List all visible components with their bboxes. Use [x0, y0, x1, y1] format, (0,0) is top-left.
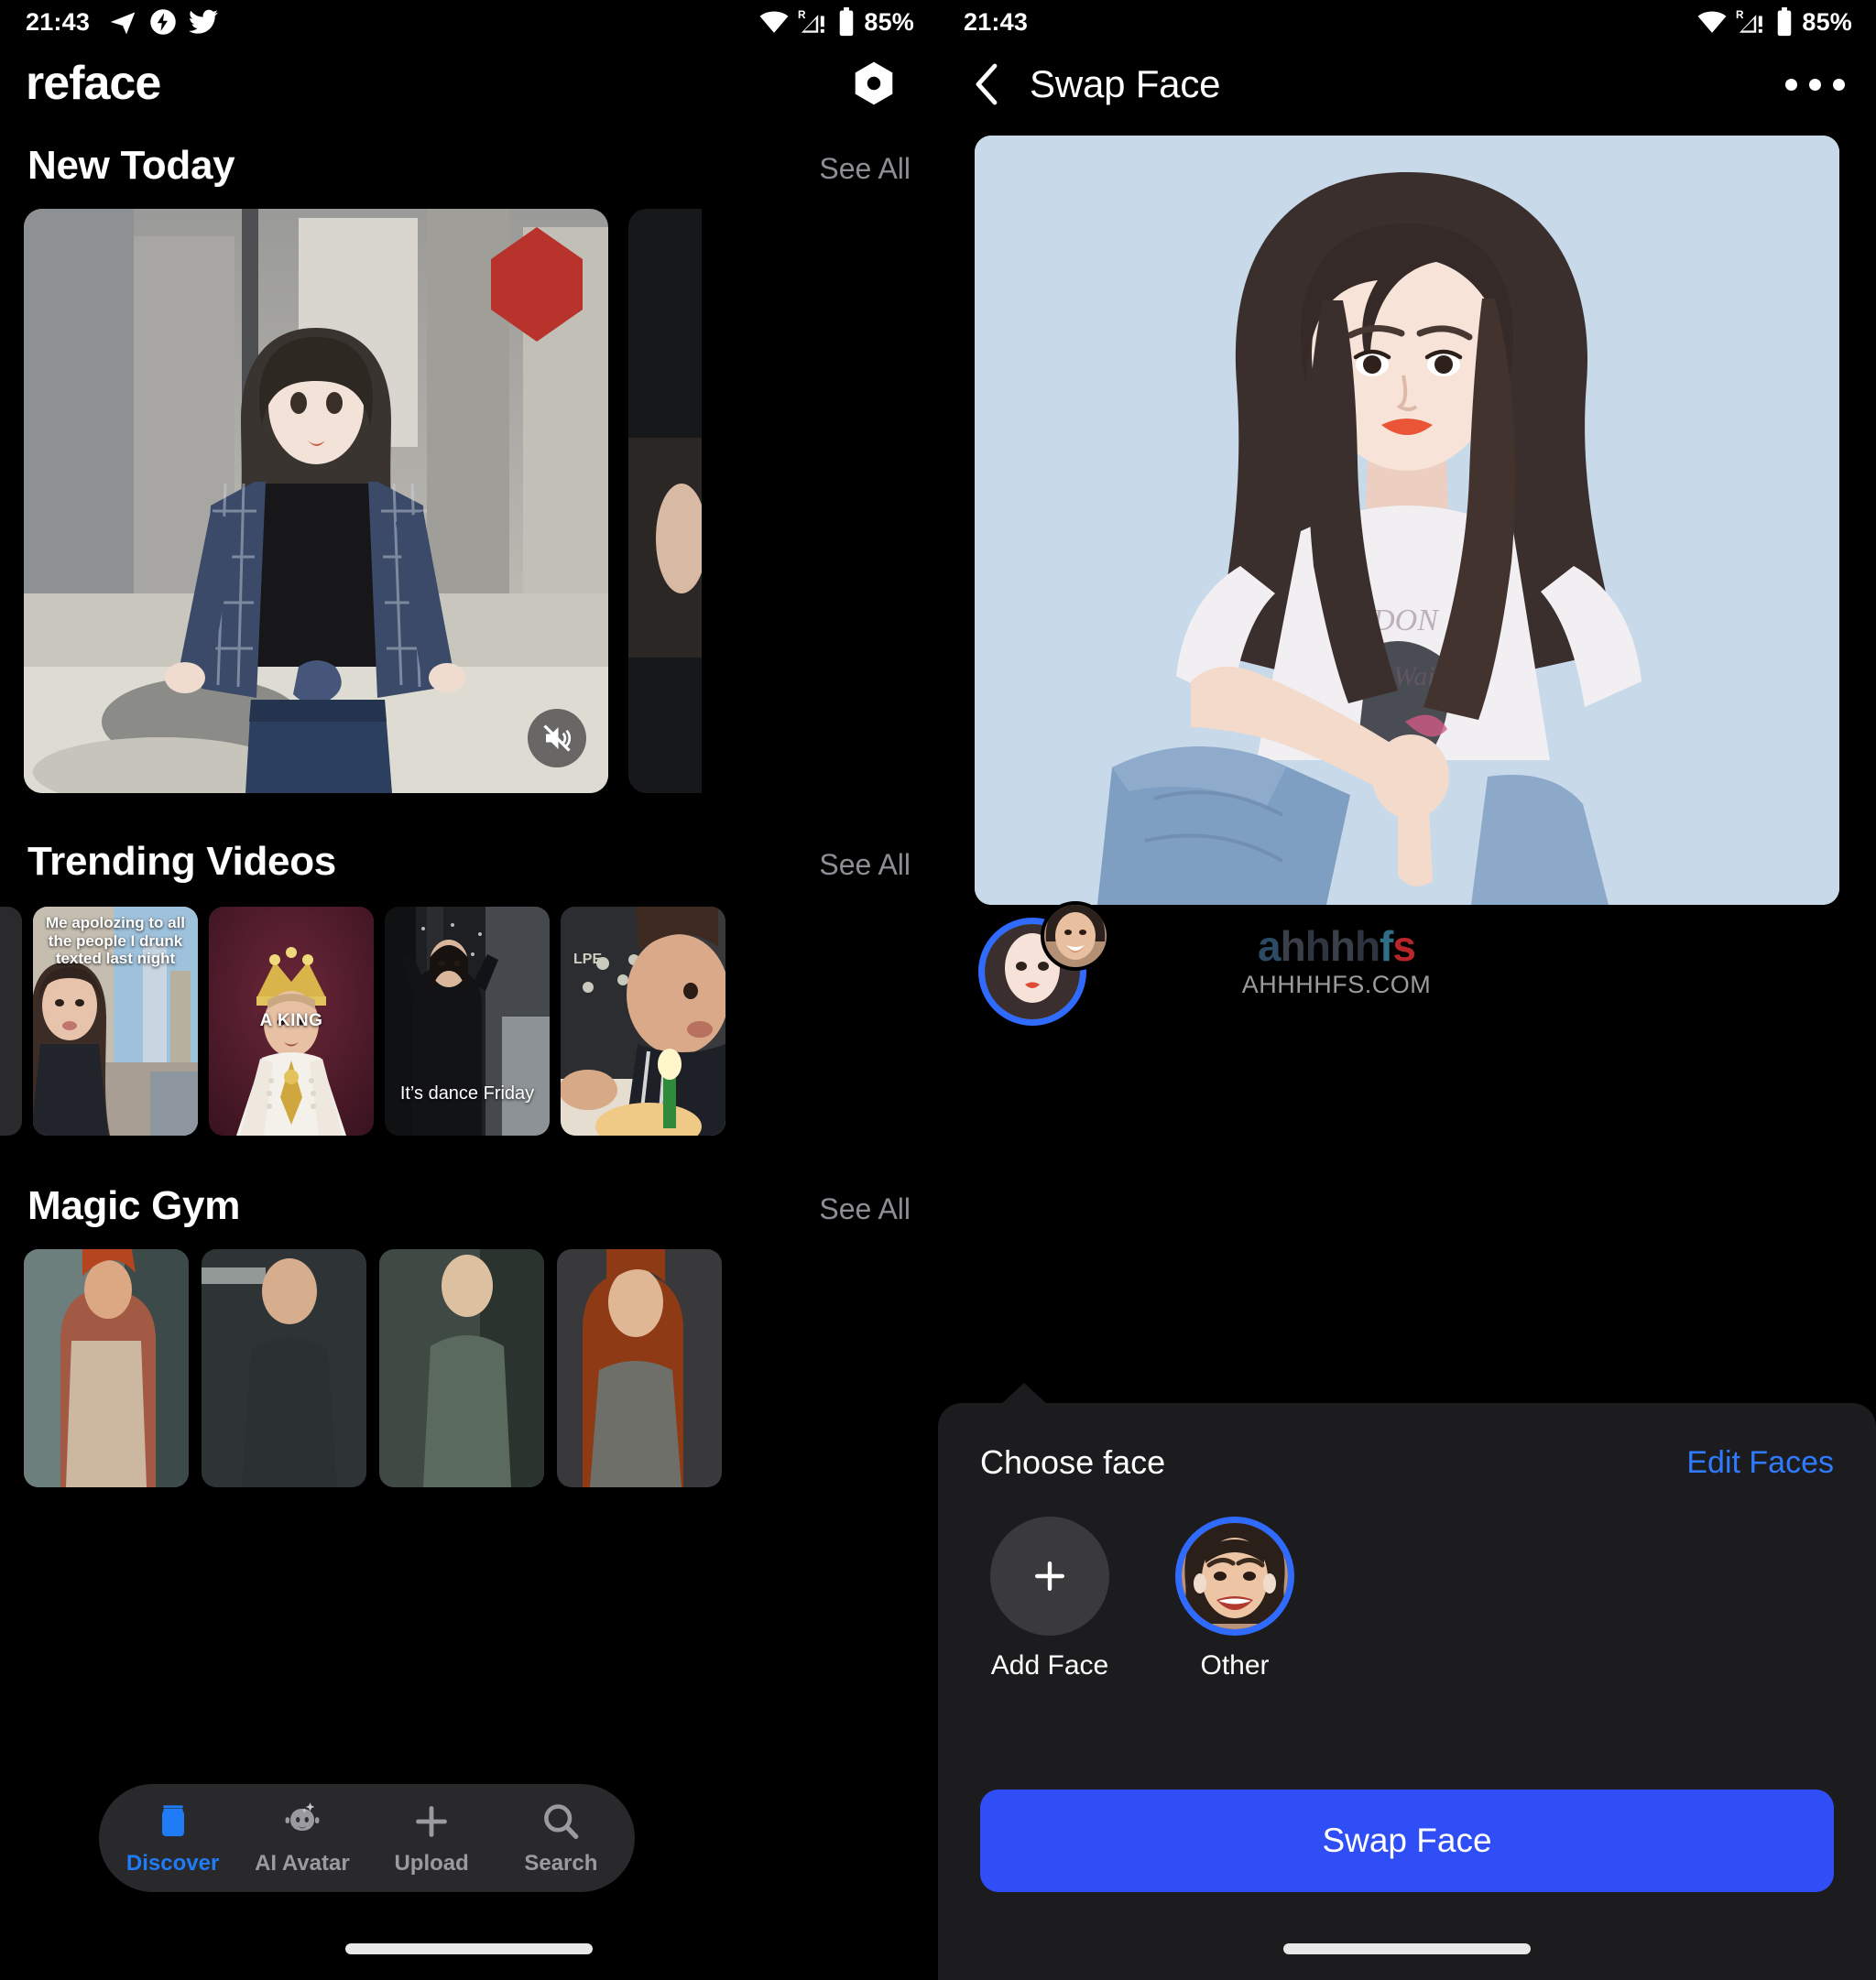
swap-face-button[interactable]: Swap Face: [980, 1790, 1834, 1892]
tab-label: Upload: [394, 1851, 469, 1876]
sheet-pointer: [1000, 1383, 1048, 1405]
list-item-caption: Me apolozing to all the people I drunk t…: [45, 914, 186, 968]
status-notification-icons: [108, 7, 219, 37]
signal-roaming-icon: R: [798, 9, 825, 33]
source-face-avatar[interactable]: [1041, 901, 1110, 971]
search-icon: [544, 1804, 579, 1840]
see-all-link[interactable]: See All: [819, 848, 911, 882]
list-item[interactable]: [202, 1249, 366, 1487]
new-today-carousel[interactable]: [0, 209, 938, 793]
trending-videos-carousel[interactable]: Me apolozing to all the people I drunk t…: [0, 907, 938, 1136]
face-option-other[interactable]: Other: [1167, 1517, 1303, 1681]
list-item[interactable]: A KING: [209, 907, 374, 1136]
list-item[interactable]: [557, 1249, 722, 1487]
avatar-sparkle-icon: [285, 1802, 320, 1831]
section-title: Magic Gym: [27, 1183, 241, 1228]
wifi-icon: [1697, 11, 1727, 33]
preview-container: DON Wait: [938, 125, 1876, 905]
watermark-url: AHHHHFS.COM: [1241, 971, 1432, 998]
edit-faces-link[interactable]: Edit Faces: [1686, 1445, 1834, 1481]
status-system-icons: R 85%: [758, 7, 914, 37]
sheet-title: Choose face: [980, 1443, 1166, 1481]
hero-thumbnail: [24, 209, 608, 793]
bottom-tab-bar: Discover AI Avatar Upload Search: [99, 1784, 635, 1892]
hexagon-icon[interactable]: [848, 58, 900, 109]
right-phone-screen: 21:43 R 85% Swap Face DON Wait ahhhhfs A…: [938, 0, 1876, 1980]
tab-upload[interactable]: Upload: [373, 1800, 490, 1877]
hero-video-card[interactable]: [24, 209, 608, 793]
wifi-icon: [759, 11, 789, 33]
section-title: New Today: [27, 143, 235, 188]
trending-thumbnail: LPE: [561, 907, 725, 1136]
chevron-left-icon[interactable]: [962, 60, 1013, 108]
watermark-logo: ahhhhfs: [1258, 922, 1416, 970]
list-item[interactable]: [379, 1249, 544, 1487]
app-brand: reface: [26, 57, 161, 110]
hero-thumbnail-partial: [628, 209, 702, 793]
section-header-magic-gym: Magic Gym See All: [0, 1183, 938, 1229]
faces-list: Add Face Other: [938, 1482, 1876, 1681]
app-header: reface: [0, 44, 938, 123]
see-all-link[interactable]: See All: [819, 152, 911, 186]
face-label: Add Face: [990, 1650, 1109, 1681]
jar-icon: [161, 1805, 184, 1836]
telegram-icon: [110, 12, 136, 35]
list-item-caption: It’s dance Friday: [399, 1083, 535, 1104]
more-horizontal-icon[interactable]: [1785, 78, 1852, 91]
watermark: ahhhhfs AHHHHFS.COM: [1185, 925, 1488, 999]
speaker-muted-icon[interactable]: [528, 709, 586, 767]
plus-icon: [990, 1517, 1109, 1636]
page-title: Swap Face: [1030, 62, 1221, 105]
selected-face-row: ahhhhfs AHHHHFS.COM: [938, 901, 1876, 1061]
dual-screenshot: 21:43 R 85% reface New Today See All Tre…: [0, 0, 1876, 1980]
home-indicator: [345, 1943, 593, 1954]
svg-text:R: R: [1736, 9, 1744, 21]
plus-icon: [416, 1806, 447, 1837]
tab-ai-avatar[interactable]: AI Avatar: [244, 1800, 361, 1877]
magic-gym-carousel[interactable]: [0, 1249, 938, 1487]
battery-percent: 85%: [1802, 7, 1852, 36]
tab-label: Discover: [125, 1851, 220, 1876]
battery-icon: [1778, 7, 1792, 37]
svg-text:LPE: LPE: [573, 952, 602, 967]
svg-text:R: R: [798, 9, 806, 21]
tab-label: AI Avatar: [255, 1851, 350, 1876]
face-avatar: [1175, 1517, 1294, 1636]
choose-face-sheet: Choose face Edit Faces Add Face Other Sw…: [938, 1383, 1876, 1980]
list-item[interactable]: It’s dance Friday: [385, 907, 550, 1136]
tab-search[interactable]: Search: [502, 1800, 619, 1877]
battery-icon: [840, 7, 854, 37]
selected-face-chip[interactable]: [978, 901, 1110, 1026]
tab-discover[interactable]: Discover: [115, 1800, 232, 1877]
hero-video-card-next[interactable]: [628, 209, 702, 793]
add-face-button[interactable]: Add Face: [982, 1517, 1118, 1681]
status-system-icons: R 85%: [1696, 7, 1852, 37]
svg-text:DON: DON: [1371, 604, 1440, 637]
list-item-caption: A KING: [259, 1011, 323, 1031]
home-indicator: [1283, 1943, 1531, 1954]
signal-roaming-icon: R: [1736, 9, 1763, 33]
section-header-new-today: New Today See All: [0, 143, 938, 189]
left-phone-screen: 21:43 R 85% reface New Today See All Tre…: [0, 0, 938, 1980]
left-status-bar: 21:43 R 85%: [0, 0, 938, 44]
preview-image[interactable]: DON Wait: [975, 136, 1839, 905]
swap-face-nav-header: Swap Face: [938, 44, 1876, 125]
see-all-link[interactable]: See All: [819, 1192, 911, 1226]
section-title: Trending Videos: [27, 839, 336, 884]
section-header-trending: Trending Videos See All: [0, 839, 938, 885]
list-item[interactable]: [0, 907, 22, 1136]
status-time: 21:43: [964, 7, 1029, 36]
list-item[interactable]: LPE: [561, 907, 725, 1136]
bolt-circle-icon: [150, 9, 176, 35]
tab-label: Search: [524, 1851, 598, 1876]
list-item[interactable]: [24, 1249, 189, 1487]
sheet-header: Choose face Edit Faces: [938, 1403, 1876, 1482]
list-item[interactable]: Me apolozing to all the people I drunk t…: [33, 907, 198, 1136]
battery-percent: 85%: [864, 7, 914, 36]
right-status-bar: 21:43 R 85%: [938, 0, 1876, 44]
face-label: Other: [1200, 1650, 1270, 1681]
status-time: 21:43: [26, 7, 91, 36]
twitter-icon: [189, 9, 219, 34]
